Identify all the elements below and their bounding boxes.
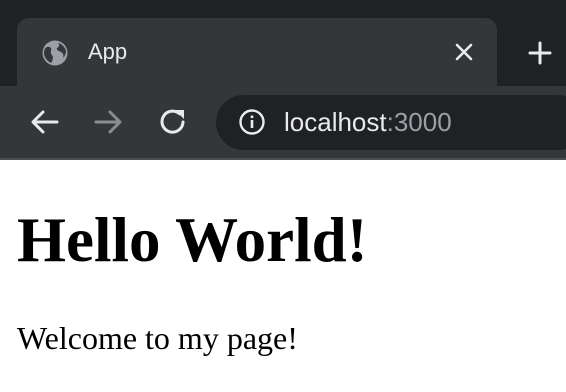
- info-icon[interactable]: [239, 109, 265, 135]
- arrow-left-icon: [31, 110, 59, 134]
- reload-button[interactable]: [158, 107, 188, 137]
- url-port: :3000: [386, 107, 452, 137]
- tab-app[interactable]: App: [17, 18, 497, 86]
- browser-chrome: App localhost:3000: [0, 0, 566, 160]
- reload-icon: [160, 109, 185, 134]
- close-icon[interactable]: [453, 41, 475, 63]
- page-heading: Hello World!: [17, 205, 368, 275]
- arrow-right-icon: [94, 110, 122, 134]
- page-paragraph: Welcome to my page!: [17, 320, 298, 356]
- page-content: Hello World! Welcome to my page!: [0, 160, 566, 392]
- address-bar[interactable]: localhost:3000: [216, 95, 566, 150]
- toolbar: localhost:3000: [0, 86, 566, 158]
- globe-icon: [42, 40, 68, 66]
- plus-icon[interactable]: [528, 41, 552, 65]
- url-text[interactable]: localhost:3000: [284, 106, 452, 138]
- forward-button[interactable]: [93, 107, 123, 137]
- url-host: localhost: [284, 107, 387, 137]
- back-button[interactable]: [30, 107, 60, 137]
- tab-strip: App: [0, 0, 566, 86]
- tab-title: App: [88, 39, 128, 64]
